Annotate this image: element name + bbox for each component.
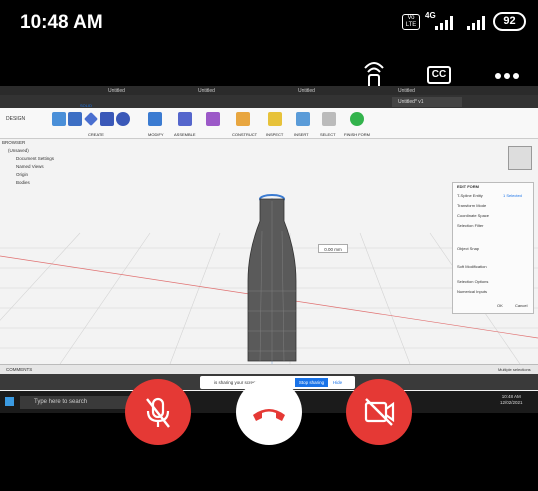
diamond-icon[interactable]	[84, 112, 98, 126]
group-label[interactable]: SELECT	[320, 132, 336, 137]
insert-icon[interactable]	[296, 112, 310, 126]
comments-label[interactable]: COMMENTS	[6, 367, 32, 372]
taskbar-clock: 10:48 AM 12/02/2021	[500, 394, 523, 406]
ok-button[interactable]: OK	[497, 303, 503, 308]
selection-status: Multiple selections	[498, 367, 531, 372]
create-sketch-icon[interactable]	[52, 112, 66, 126]
group-label[interactable]: CONSTRUCT	[232, 132, 257, 137]
sphere-icon[interactable]	[116, 112, 130, 126]
utilities-icon[interactable]	[206, 112, 220, 126]
mute-button[interactable]	[125, 379, 191, 445]
edit-form-panel: EDIT FORM T-Spline Entity 1 Selected Tra…	[452, 182, 534, 314]
browser-root[interactable]: (Unsaved)	[8, 147, 29, 155]
browser-item[interactable]: Bodies	[16, 179, 30, 187]
signal-icon-2	[467, 16, 485, 30]
view-cube[interactable]	[508, 146, 532, 170]
cancel-button[interactable]: Cancel	[515, 303, 527, 308]
browser-tab[interactable]: Untitled	[290, 87, 370, 95]
browser-tab[interactable]: Untitled	[190, 87, 270, 95]
box-icon[interactable]	[68, 112, 82, 126]
group-label[interactable]: FINISH FORM	[344, 132, 370, 137]
group-label[interactable]: CREATE	[88, 132, 104, 137]
end-call-button[interactable]	[236, 379, 302, 445]
browser-item[interactable]: Document Settings	[16, 155, 54, 163]
panel-row-label: Coordinate Space	[457, 213, 490, 218]
entity-selector[interactable]: 1 Selected	[503, 192, 522, 200]
video-button[interactable]	[346, 379, 412, 445]
end-call-icon	[253, 409, 285, 421]
construct-icon[interactable]	[236, 112, 250, 126]
panel-section[interactable]: Selection Options	[457, 278, 488, 286]
clock: 10:48 AM	[20, 12, 103, 33]
volte-badge: Vo LTE	[402, 14, 420, 30]
windows-start-icon[interactable]	[5, 397, 14, 406]
group-label[interactable]: INSERT	[294, 132, 309, 137]
taskbar-date: 12/02/2021	[500, 400, 523, 405]
more-icon[interactable]	[494, 72, 520, 80]
bottle-model[interactable]	[240, 191, 306, 366]
mic-off-icon	[146, 397, 170, 428]
symmetry-icon[interactable]	[178, 112, 192, 126]
active-document-tab[interactable]: Untitled* v1	[392, 97, 462, 107]
browser-item[interactable]: Origin	[16, 171, 28, 179]
video-off-icon	[364, 398, 395, 426]
toolbar-ribbon: DESIGN SOLID CREATE MODIFY ASSEMBLE CONS…	[0, 103, 538, 139]
browser-tab-strip: Untitled Untitled Untitled Untitled	[0, 86, 538, 95]
panel-row-label: Transform Mode	[457, 203, 487, 208]
browser-tab[interactable]: Untitled	[390, 87, 460, 95]
browser-title: BROWSER	[2, 140, 26, 145]
cylinder-icon[interactable]	[100, 112, 114, 126]
shared-screen: Untitled Untitled Untitled Untitled Unti…	[0, 86, 538, 413]
status-bar: 10:48 AM Vo LTE 4G 92	[0, 0, 538, 48]
panel-section[interactable]: Numerical Inputs	[457, 288, 487, 296]
modify-icon[interactable]	[148, 112, 162, 126]
browser-tab[interactable]: Untitled	[100, 87, 180, 95]
panel-title: EDIT FORM	[457, 184, 479, 189]
select-icon[interactable]	[322, 112, 336, 126]
panel-row-label: Selection Filter	[457, 223, 484, 228]
browser-item[interactable]: Named Views	[16, 163, 44, 171]
hide-button[interactable]: Hide	[330, 378, 345, 387]
taskbar-time: 10:48 AM	[501, 394, 521, 399]
taskbar-search[interactable]: Type here to search	[20, 396, 130, 409]
dimension-input[interactable]: 0.00 mm	[318, 244, 348, 253]
panel-section[interactable]: Object Snap	[457, 245, 479, 253]
tab-solid[interactable]: SOLID	[80, 103, 92, 108]
battery-indicator: 92	[493, 12, 526, 31]
group-label[interactable]: MODIFY	[148, 132, 164, 137]
panel-row-label: T-Spline Entity	[457, 193, 483, 198]
workspace-selector[interactable]: DESIGN	[6, 116, 25, 122]
panel-section[interactable]: Soft Modification	[457, 263, 487, 271]
inspect-icon[interactable]	[268, 112, 282, 126]
signal-icon	[435, 16, 453, 30]
browser-panel: BROWSER (Unsaved) Document Settings Name…	[0, 139, 95, 199]
group-label[interactable]: INSPECT	[266, 132, 283, 137]
group-label[interactable]: ASSEMBLE	[174, 132, 196, 137]
captions-button[interactable]: CC	[427, 66, 451, 84]
finish-form-icon[interactable]	[350, 112, 364, 126]
